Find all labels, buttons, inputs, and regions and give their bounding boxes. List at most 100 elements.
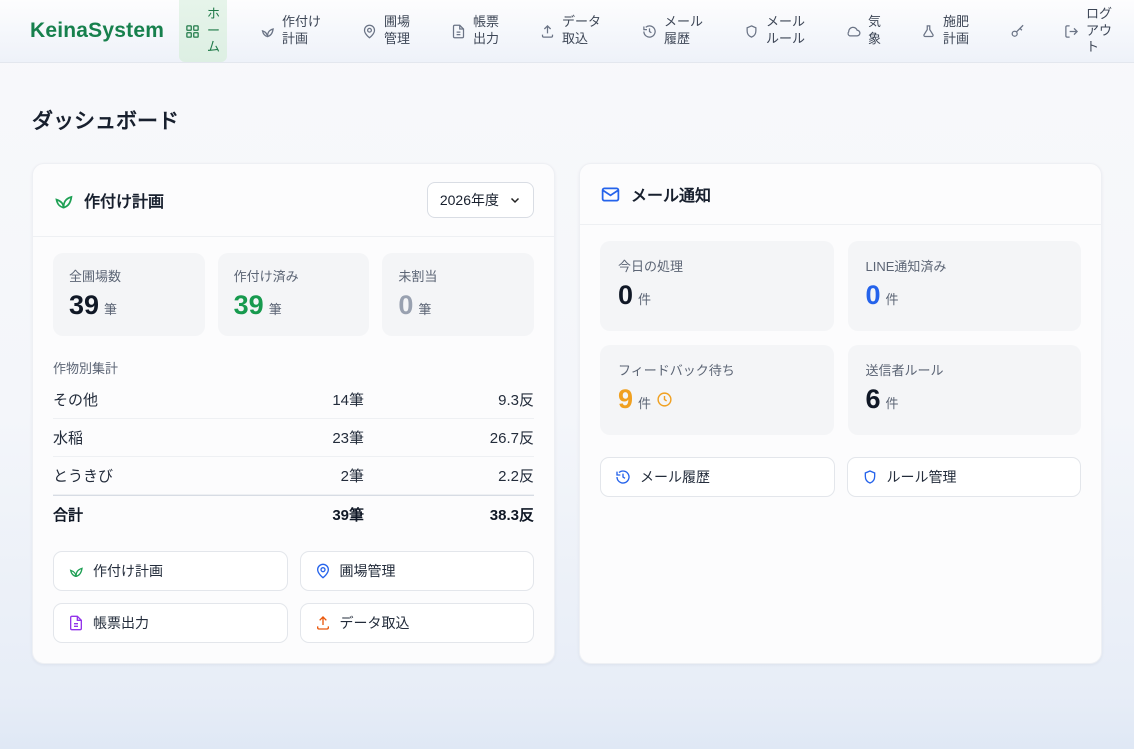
nav-label: ログアウト [1086, 6, 1114, 57]
field-management-button[interactable]: 圃場管理 [300, 551, 535, 591]
nav-item-data-import[interactable]: データ取込 [534, 0, 609, 62]
nav-label: 帳票出力 [473, 14, 501, 48]
crop-area: 26.7反 [364, 427, 534, 448]
stat-value: 0 [866, 280, 881, 311]
crop-name: 水稲 [53, 427, 259, 448]
mail-quick-links: メール履歴 ルール管理 [600, 457, 1081, 497]
stat-value: 39 [69, 290, 99, 321]
button-label: 圃場管理 [340, 561, 396, 581]
key-icon [1010, 24, 1025, 39]
stat-unit: 筆 [269, 299, 282, 318]
stat-value: 39 [234, 290, 264, 321]
document-icon [451, 24, 466, 39]
table-row: その他 14筆 9.3反 [53, 381, 534, 419]
nav-label: データ取込 [562, 14, 603, 48]
crop-area: 2.2反 [364, 465, 534, 486]
button-label: 作付け計画 [93, 561, 163, 581]
stat-label: LINE通知済み [866, 256, 1064, 275]
planting-card-body: 全圃場数 39筆 作付け済み 39筆 未割当 0筆 作物別集計 その他 14筆 … [33, 237, 554, 663]
button-label: メール履歴 [640, 467, 710, 487]
mail-icon [600, 184, 621, 205]
sprout-icon [68, 563, 84, 579]
app-logo: KeinaSystem [30, 19, 164, 43]
upload-icon [540, 24, 555, 39]
stat-planted: 作付け済み 39 筆 [218, 253, 370, 336]
shield-icon [744, 24, 759, 39]
mail-card-body: 今日の処理 0件 LINE通知済み 0件 フィードバック待ち 9 件 送信 [580, 225, 1101, 517]
stat-label: 作付け済み [234, 266, 354, 285]
fiscal-year-select[interactable]: 2026年度 [427, 182, 534, 218]
stat-unit: 件 [886, 393, 899, 412]
mail-card-title: メール通知 [631, 182, 1081, 206]
crop-summary-label: 作物別集計 [53, 358, 534, 377]
planting-stats: 全圃場数 39 筆 作付け済み 39 筆 未割当 0筆 [53, 253, 534, 336]
nav-label: 作付け計画 [282, 14, 323, 48]
stat-unit: 件 [638, 393, 651, 412]
planting-plan-button[interactable]: 作付け計画 [53, 551, 288, 591]
nav-label: 施肥計画 [943, 14, 971, 48]
stat-label: 全圃場数 [69, 266, 189, 285]
sprout-icon [260, 24, 275, 39]
document-icon [68, 615, 84, 631]
nav-item-report-output[interactable]: 帳票出力 [445, 0, 507, 62]
table-row-total: 合計 39筆 38.3反 [53, 495, 534, 533]
sprout-icon [53, 190, 74, 211]
shield-icon [862, 469, 878, 485]
total-area: 38.3反 [364, 504, 534, 525]
page-title: ダッシュボード [32, 105, 1102, 135]
rule-management-button[interactable]: ルール管理 [847, 457, 1082, 497]
nav-item-password-key[interactable] [1004, 0, 1031, 62]
button-label: 帳票出力 [93, 613, 149, 633]
nav-item-fertilizer-plan[interactable]: 施肥計画 [915, 0, 977, 62]
stat-value: 0 [398, 290, 413, 321]
top-navbar: KeinaSystem ホーム 作付け計画 圃場管理 帳票出力 データ取込 メー… [0, 0, 1134, 63]
crop-count: 14筆 [259, 389, 364, 410]
crop-summary-table: その他 14筆 9.3反 水稲 23筆 26.7反 とうきび 2筆 2.2反 合… [53, 381, 534, 533]
stat-unit: 件 [638, 289, 651, 308]
mail-card-header: メール通知 [580, 164, 1101, 225]
nav-item-planting-plan[interactable]: 作付け計画 [254, 0, 329, 62]
total-count: 39筆 [259, 504, 364, 525]
stat-sender-rules: 送信者ルール 6件 [848, 345, 1082, 435]
stat-unassigned: 未割当 0筆 [382, 253, 534, 336]
planting-plan-card: 作付け計画 2026年度 全圃場数 39筆 作付け済み 39筆 未割当 0筆 [32, 163, 555, 664]
nav-label: 圃場管理 [384, 14, 412, 48]
flask-icon [921, 24, 936, 39]
stat-value: 6 [866, 384, 881, 415]
button-label: ルール管理 [887, 467, 957, 487]
fiscal-year-value: 2026年度 [440, 190, 499, 210]
nav-item-mail-history[interactable]: メール履歴 [636, 0, 711, 62]
total-label: 合計 [53, 504, 259, 525]
stat-label: 今日の処理 [618, 256, 816, 275]
mail-history-button[interactable]: メール履歴 [600, 457, 835, 497]
nav-item-mail-rules[interactable]: メールルール [738, 0, 813, 62]
main-nav: ホーム 作付け計画 圃場管理 帳票出力 データ取込 メール履歴 メールルール [179, 0, 1120, 62]
stat-label: フィードバック待ち [618, 360, 816, 379]
stat-line-notified: LINE通知済み 0件 [848, 241, 1082, 331]
nav-label: 気象 [868, 14, 882, 48]
report-output-button[interactable]: 帳票出力 [53, 603, 288, 643]
stat-label: 未割当 [398, 266, 518, 285]
map-pin-icon [315, 563, 331, 579]
mail-notification-card: メール通知 今日の処理 0件 LINE通知済み 0件 フィードバック待ち 9 件 [579, 163, 1102, 664]
table-row: とうきび 2筆 2.2反 [53, 457, 534, 495]
stat-unit: 筆 [104, 299, 117, 318]
crop-area: 9.3反 [364, 389, 534, 410]
stat-value: 0 [618, 280, 633, 311]
nav-item-weather[interactable]: 気象 [840, 0, 888, 62]
nav-item-field-management[interactable]: 圃場管理 [356, 0, 418, 62]
stat-unit: 件 [886, 289, 899, 308]
nav-label: メールルール [766, 14, 807, 48]
data-import-button[interactable]: データ取込 [300, 603, 535, 643]
dashboard-grid-icon [185, 24, 200, 39]
stat-feedback-waiting: フィードバック待ち 9 件 [600, 345, 834, 435]
crop-name: その他 [53, 389, 259, 410]
planting-quick-links: 作付け計画 圃場管理 帳票出力 データ取込 [53, 551, 534, 643]
table-row: 水稲 23筆 26.7反 [53, 419, 534, 457]
stat-today-processed: 今日の処理 0件 [600, 241, 834, 331]
upload-icon [315, 615, 331, 631]
nav-item-home[interactable]: ホーム [179, 0, 227, 62]
history-icon [642, 24, 657, 39]
nav-item-logout[interactable]: ログアウト [1058, 0, 1120, 62]
crop-name: とうきび [53, 465, 259, 486]
